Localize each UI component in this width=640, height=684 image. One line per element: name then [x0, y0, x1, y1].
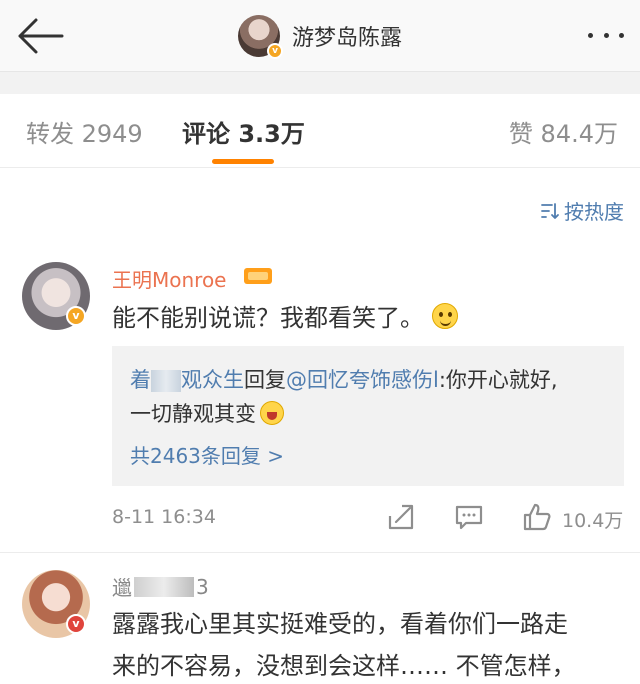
smile-emoji-icon: [432, 302, 458, 329]
sort-label: 按热度: [564, 200, 624, 224]
dot-icon: [588, 32, 593, 38]
profile-header[interactable]: v 游梦岛陈露: [238, 12, 402, 60]
share-button[interactable]: [386, 502, 416, 532]
dot-icon: [619, 32, 624, 38]
reply-author-suffix: 观众生: [181, 368, 244, 392]
sort-button[interactable]: 按热度: [540, 196, 624, 225]
comment-body: 能不能别说谎？我都看笑了。: [112, 304, 424, 332]
reply-action: 回复: [244, 368, 286, 392]
verified-badge-icon: v: [267, 43, 283, 59]
reply-preview[interactable]: 着 观众生回复@回忆夸饰感伤l:你开心就好, 一切静观其变 共2463条回复 >: [112, 346, 624, 486]
more-options-button[interactable]: [582, 22, 630, 48]
comment-body: 来的不容易，没想到会这样…… 不管怎样，: [112, 652, 576, 680]
tab-bar: 转发 2949 评论 3.3万 赞 84.4万: [0, 94, 640, 168]
reply-author[interactable]: 着 观众生: [130, 368, 244, 392]
share-icon: [388, 504, 414, 530]
like-button[interactable]: [522, 502, 552, 532]
username-prefix: 邋: [112, 576, 132, 600]
tab-comments[interactable]: 评论 3.3万: [182, 114, 305, 149]
back-arrow-icon: [18, 18, 64, 54]
reply-author-prefix: 着: [130, 368, 151, 392]
comment-text: 能不能别说谎？我都看笑了。: [112, 298, 458, 333]
tab-reposts[interactable]: 转发 2949: [26, 114, 143, 149]
verified-badge-icon: v: [66, 306, 86, 326]
comment-username[interactable]: 王明Monroe: [112, 264, 227, 293]
reply-text: 一切静观其变: [130, 402, 256, 426]
nav-bar: v 游梦岛陈露: [0, 0, 640, 72]
tab-likes[interactable]: 赞 84.4万: [509, 114, 618, 149]
reply-text: :你开心就好,: [438, 368, 558, 392]
reply-line: 着 观众生回复@回忆夸饰感伤l:你开心就好,: [130, 364, 558, 394]
comment-button[interactable]: [454, 502, 484, 532]
redacted-blur: [151, 370, 181, 392]
section-gap: [0, 72, 640, 94]
view-all-replies-link[interactable]: 共2463条回复 >: [130, 440, 284, 469]
comment-icon: [455, 505, 483, 530]
page-title: 游梦岛陈露: [292, 26, 403, 51]
thumbs-up-icon: [523, 503, 551, 531]
reply-line: 一切静观其变: [130, 398, 284, 428]
verified-badge-icon: v: [66, 614, 86, 634]
sort-icon: [541, 202, 559, 219]
avatar[interactable]: v: [238, 15, 283, 59]
dot-icon: [603, 32, 609, 38]
comment-timestamp: 8-11 16:34: [112, 506, 216, 528]
divider: [0, 552, 640, 553]
comment-username[interactable]: 邋 3: [112, 572, 209, 601]
active-tab-indicator: [212, 159, 274, 164]
redacted-blur: [134, 576, 194, 597]
laugh-emoji-icon: [260, 401, 284, 425]
vip-badge-icon: [244, 268, 272, 284]
username-suffix: 3: [196, 574, 209, 599]
back-button[interactable]: [14, 14, 66, 58]
like-count: 10.4万: [562, 510, 624, 532]
reply-mention[interactable]: @回忆夸饰感伤l: [286, 368, 439, 392]
comment-body: 露露我心里其实挺难受的，看着你们一路走: [112, 610, 568, 638]
